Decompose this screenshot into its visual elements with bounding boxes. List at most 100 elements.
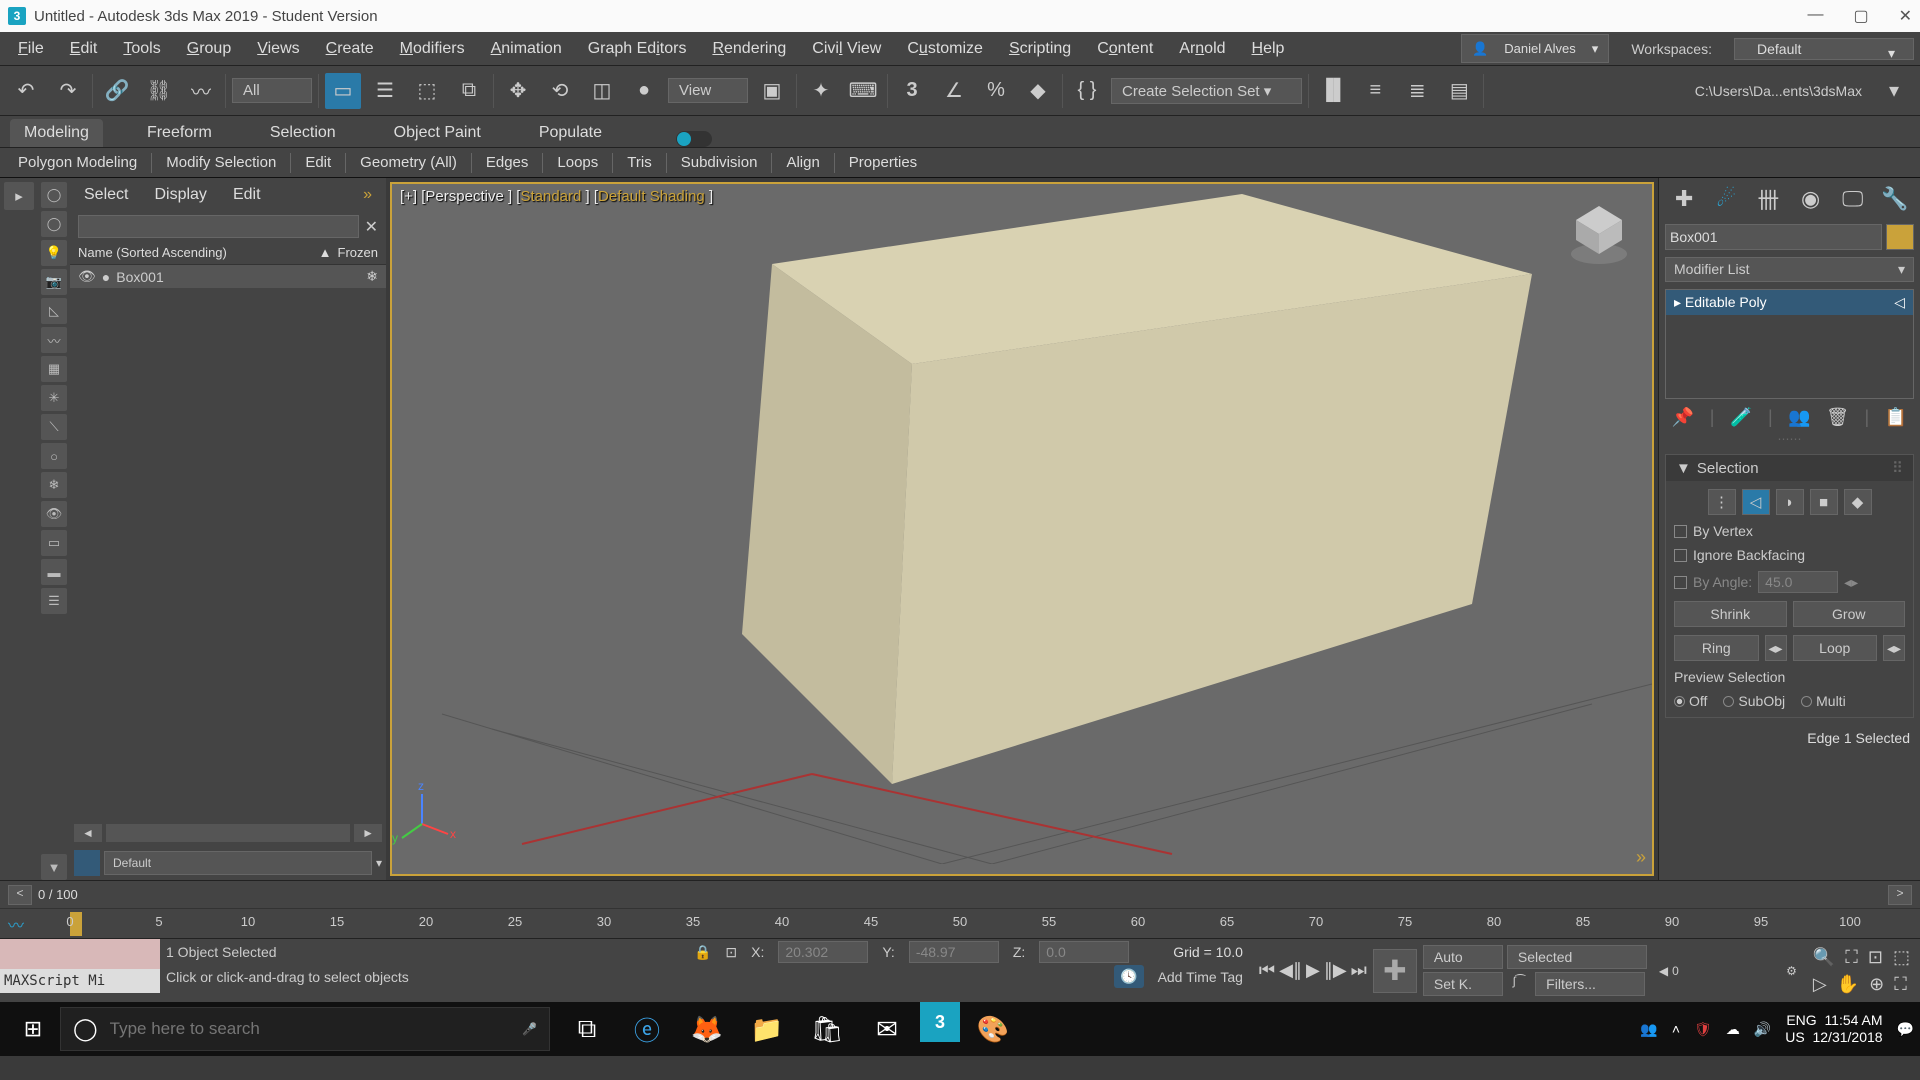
angle-spinner[interactable]: 45.0: [1758, 571, 1838, 593]
angle-snap-button[interactable]: ∠: [936, 73, 972, 109]
subobj-element[interactable]: ◆: [1844, 489, 1872, 515]
maxscript-output[interactable]: [0, 939, 160, 969]
modifier-editable-poly[interactable]: ▸ Editable Poly◁: [1666, 290, 1913, 315]
object-color-swatch[interactable]: [1886, 224, 1914, 250]
show-end-result-icon[interactable]: 🧪: [1730, 407, 1752, 428]
notifications-icon[interactable]: 💬3: [1897, 1021, 1914, 1038]
toggle-ribbon-button[interactable]: ▤: [1441, 73, 1477, 109]
select-name-button[interactable]: ☰: [367, 73, 403, 109]
zoom-extents-icon[interactable]: ⊡: [1868, 947, 1883, 968]
filter-xref-icon[interactable]: ✳: [41, 385, 67, 411]
menu-views[interactable]: Views: [245, 36, 311, 62]
viewport-perspective[interactable]: [+] [Perspective ] [Standard ] [Default …: [390, 182, 1654, 876]
minimize-button[interactable]: —: [1807, 6, 1823, 26]
key-filter-selected[interactable]: Selected: [1507, 945, 1647, 969]
maximize-button[interactable]: ▢: [1853, 6, 1868, 26]
scene-filter-input[interactable]: [78, 215, 359, 238]
menu-help[interactable]: Help: [1240, 36, 1297, 62]
timeconfig-prev-icon[interactable]: ◀: [1659, 964, 1668, 978]
mic-icon[interactable]: 🎤: [522, 1022, 537, 1036]
layer-dropdown-icon[interactable]: ▾: [376, 856, 382, 870]
ribbon-tab-selection[interactable]: Selection: [256, 119, 350, 147]
undo-button[interactable]: ↶: [8, 73, 44, 109]
keyboard-shortcut-button[interactable]: ⌨: [845, 73, 881, 109]
filter-groups-icon[interactable]: ▦: [41, 356, 67, 382]
visibility-icon[interactable]: 👁: [78, 268, 96, 285]
coord-z[interactable]: 0.0: [1039, 941, 1129, 963]
viewport-expand-icon[interactable]: »: [1636, 847, 1646, 868]
zoom-icon[interactable]: 🔍: [1813, 947, 1835, 968]
mirror-button[interactable]: ▐▌: [1315, 73, 1351, 109]
zoom-all-icon[interactable]: ⛶: [1845, 947, 1858, 968]
taskbar-mail[interactable]: ✉: [860, 1002, 914, 1056]
preview-subobj-radio[interactable]: SubObj: [1723, 693, 1785, 709]
unlink-button[interactable]: ⛓: [141, 73, 177, 109]
cmd-tab-display[interactable]: 🖵: [1836, 184, 1870, 214]
configure-sets-icon[interactable]: 📋: [1885, 407, 1907, 428]
task-view-button[interactable]: ⧉: [560, 1002, 614, 1056]
taskbar-store[interactable]: 🛍: [800, 1002, 854, 1056]
time-tag-icon[interactable]: 🕓: [1114, 965, 1143, 988]
filter-invert-icon[interactable]: ☰: [41, 588, 67, 614]
subobj-vertex[interactable]: ⋮: [1708, 489, 1736, 515]
placement-button[interactable]: ●: [626, 73, 662, 109]
maxscript-label[interactable]: MAXScript Mi: [0, 969, 160, 993]
menu-animation[interactable]: Animation: [479, 36, 574, 62]
pan-icon[interactable]: ✋: [1837, 974, 1859, 995]
cmd-tab-motion[interactable]: ◉: [1794, 184, 1828, 214]
filter-bone-icon[interactable]: ⟍: [41, 414, 67, 440]
tray-expand-icon[interactable]: ˄: [1672, 1021, 1680, 1037]
scene-menu-select[interactable]: Select: [84, 186, 128, 204]
subobj-edge[interactable]: ◁: [1742, 489, 1770, 515]
scene-col-frozen[interactable]: Frozen: [338, 245, 378, 260]
filter-all-icon[interactable]: ▭: [41, 530, 67, 556]
pivot-center-button[interactable]: ▣: [754, 73, 790, 109]
link-button[interactable]: 🔗: [99, 73, 135, 109]
spinner-snap-button[interactable]: ◆: [1020, 73, 1056, 109]
close-button[interactable]: ✕: [1899, 6, 1912, 26]
time-ruler[interactable]: 〰 05101520253035404550556065707580859095…: [0, 908, 1920, 938]
time-position[interactable]: 0 / 100: [38, 887, 1882, 902]
coord-y[interactable]: -48.97: [909, 941, 999, 963]
cmd-tab-hierarchy[interactable]: 卌: [1751, 184, 1785, 214]
menu-civilview[interactable]: Civil View: [800, 36, 893, 62]
object-name-field[interactable]: [1665, 224, 1882, 250]
panel-loops[interactable]: Loops: [549, 152, 606, 173]
scroll-left[interactable]: ◄: [74, 824, 102, 842]
next-frame-button[interactable]: ∥▶: [1324, 960, 1347, 981]
layer-color[interactable]: [74, 850, 100, 876]
redo-button[interactable]: ↷: [50, 73, 86, 109]
selection-rollout-header[interactable]: ▼ Selection⠿: [1666, 455, 1913, 481]
select-object-button[interactable]: ▭: [325, 73, 361, 109]
user-account[interactable]: 👤 Daniel Alves ▾: [1461, 34, 1609, 63]
selection-filter[interactable]: All: [232, 78, 312, 103]
percent-snap-button[interactable]: %: [978, 73, 1014, 109]
rect-region-button[interactable]: ⬚: [409, 73, 445, 109]
scene-item-box001[interactable]: 👁 ● Box001 ❄: [70, 265, 386, 288]
filter-container-icon[interactable]: ○: [41, 443, 67, 469]
fov-icon[interactable]: ▷: [1813, 974, 1827, 995]
filter-cameras-icon[interactable]: 📷: [41, 269, 67, 295]
bind-button[interactable]: 〰: [183, 73, 219, 109]
named-selection-button[interactable]: { }: [1069, 73, 1105, 109]
tray-security-icon[interactable]: 🛡: [1694, 1021, 1712, 1038]
scene-col-sort[interactable]: ▲: [319, 245, 332, 260]
isolate-icon[interactable]: ⊡: [725, 944, 737, 961]
menu-create[interactable]: Create: [314, 36, 386, 62]
scene-menu-display[interactable]: Display: [154, 186, 206, 204]
rotate-button[interactable]: ⟲: [542, 73, 578, 109]
modifier-list-dropdown[interactable]: Modifier List▾: [1665, 257, 1914, 282]
scene-col-name[interactable]: Name (Sorted Ascending): [78, 245, 313, 260]
goto-end-button[interactable]: ⏭: [1351, 960, 1367, 981]
menu-content[interactable]: Content: [1085, 36, 1165, 62]
layers-button[interactable]: ≣: [1399, 73, 1435, 109]
menu-grapheditors[interactable]: Graph Editors: [576, 36, 699, 62]
key-mode-icon[interactable]: ʃ⁀: [1507, 972, 1531, 996]
panel-properties[interactable]: Properties: [841, 152, 925, 173]
grow-button[interactable]: Grow: [1793, 601, 1906, 627]
snap-3d-button[interactable]: 3: [894, 73, 930, 109]
current-frame[interactable]: 0: [1672, 964, 1782, 978]
filter-frozen-icon[interactable]: ❄: [41, 472, 67, 498]
panel-modifysel[interactable]: Modify Selection: [158, 152, 284, 173]
ribbon-tab-modeling[interactable]: Modeling: [10, 119, 103, 147]
